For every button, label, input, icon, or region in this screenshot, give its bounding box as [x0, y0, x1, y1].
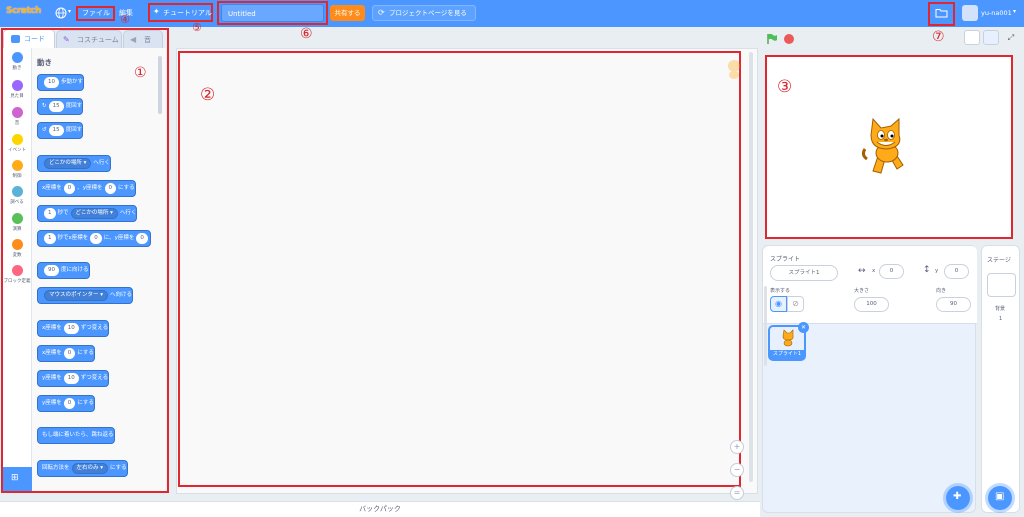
y-input[interactable]: 0 — [944, 264, 969, 279]
annotation-1: ① — [134, 65, 147, 81]
username[interactable]: yu-na001 — [981, 6, 1012, 20]
sprite-list-scrollbar[interactable] — [764, 286, 767, 366]
palette-highlight — [1, 28, 169, 493]
chevron-down-icon: ▾ — [68, 8, 72, 15]
folder-icon[interactable] — [935, 8, 948, 18]
annotation-7: ⑦ — [932, 29, 945, 45]
size-input[interactable]: 100 — [854, 297, 889, 312]
delete-sprite-icon[interactable]: ✕ — [798, 322, 809, 333]
eye-icon: ◉ — [775, 299, 782, 308]
cat-add-icon: ✚ — [953, 491, 962, 502]
annotation-6: ⑥ — [300, 26, 313, 42]
annotation-3: ③ — [777, 77, 793, 97]
show-label: 表示する — [770, 288, 791, 294]
see-project-page-button[interactable]: ⟳ プロジェクトページを見る — [372, 5, 476, 21]
add-sprite-button[interactable]: ✚ — [946, 486, 970, 510]
direction-input[interactable]: 90 — [936, 297, 971, 312]
cat-sprite[interactable] — [859, 115, 911, 177]
fullscreen-icon[interactable]: ⤢ — [1003, 30, 1019, 45]
x-input[interactable]: 0 — [879, 264, 904, 279]
zoom-in-icon[interactable]: + — [730, 440, 744, 454]
avatar[interactable] — [962, 5, 978, 21]
x-arrows-icon: ↔ — [858, 266, 866, 276]
green-flag-icon[interactable] — [766, 33, 778, 45]
project-title-input[interactable]: Untitled — [221, 4, 324, 22]
sprite-thumb-label: スプライト1 — [770, 350, 804, 359]
script-area-highlight — [178, 51, 741, 487]
stage-thumbnail[interactable] — [987, 273, 1016, 297]
backdrop-add-icon: ▣ — [995, 491, 1005, 502]
small-stage-icon[interactable] — [964, 30, 980, 45]
tutorials-menu[interactable]: チュートリアル — [163, 6, 212, 20]
y-label: y — [935, 268, 939, 274]
stage-panel-title: ステージ — [987, 257, 1011, 264]
show-visible-button[interactable]: ◉ — [770, 296, 787, 312]
annotation-2: ② — [200, 85, 216, 105]
lightbulb-icon: ✦ — [153, 7, 160, 16]
zoom-out-icon[interactable]: − — [730, 463, 744, 477]
large-stage-icon[interactable] — [983, 30, 999, 45]
direction-label: 向き — [936, 288, 947, 294]
backpack[interactable]: バックパック — [0, 501, 760, 517]
share-button[interactable]: 共有する — [330, 5, 365, 21]
see-project-page-label: プロジェクトページを見る — [389, 9, 467, 17]
language-globe-icon[interactable] — [55, 7, 67, 19]
scratch-logo[interactable]: Scratch — [6, 6, 44, 20]
add-backdrop-button[interactable]: ▣ — [988, 486, 1012, 510]
stage-selector[interactable]: ステージ 背景 1 — [981, 245, 1020, 513]
cat-thumb-icon — [782, 329, 794, 347]
zoom-reset-icon[interactable]: = — [730, 486, 744, 500]
sprite-name-input[interactable]: スプライト1 — [770, 265, 838, 281]
sprite-label: スプライト — [770, 256, 801, 263]
account-chevron-down-icon: ▾ — [1013, 8, 1017, 15]
eye-off-icon: ⊘ — [792, 299, 799, 308]
stop-icon[interactable] — [784, 34, 794, 44]
hide-button[interactable]: ⊘ — [787, 296, 804, 312]
backdrops-count: 1 — [999, 316, 1003, 322]
annotation-4: ④ — [120, 13, 130, 26]
sprite-pane: スプライト スプライト1 ↔ x 0 ↕ y 0 表示する ◉ ⊘ 大きさ 10… — [762, 245, 977, 513]
script-scrollbar[interactable] — [749, 52, 753, 482]
y-arrows-icon: ↕ — [923, 265, 931, 275]
backdrops-label: 背景 — [995, 306, 1006, 312]
refresh-icon: ⟳ — [378, 8, 385, 17]
x-label: x — [872, 268, 876, 274]
file-menu[interactable]: ファイル — [82, 6, 110, 20]
sprite-watermark — [724, 58, 744, 80]
size-label: 大きさ — [854, 288, 870, 294]
annotation-5: ⑤ — [192, 21, 202, 34]
